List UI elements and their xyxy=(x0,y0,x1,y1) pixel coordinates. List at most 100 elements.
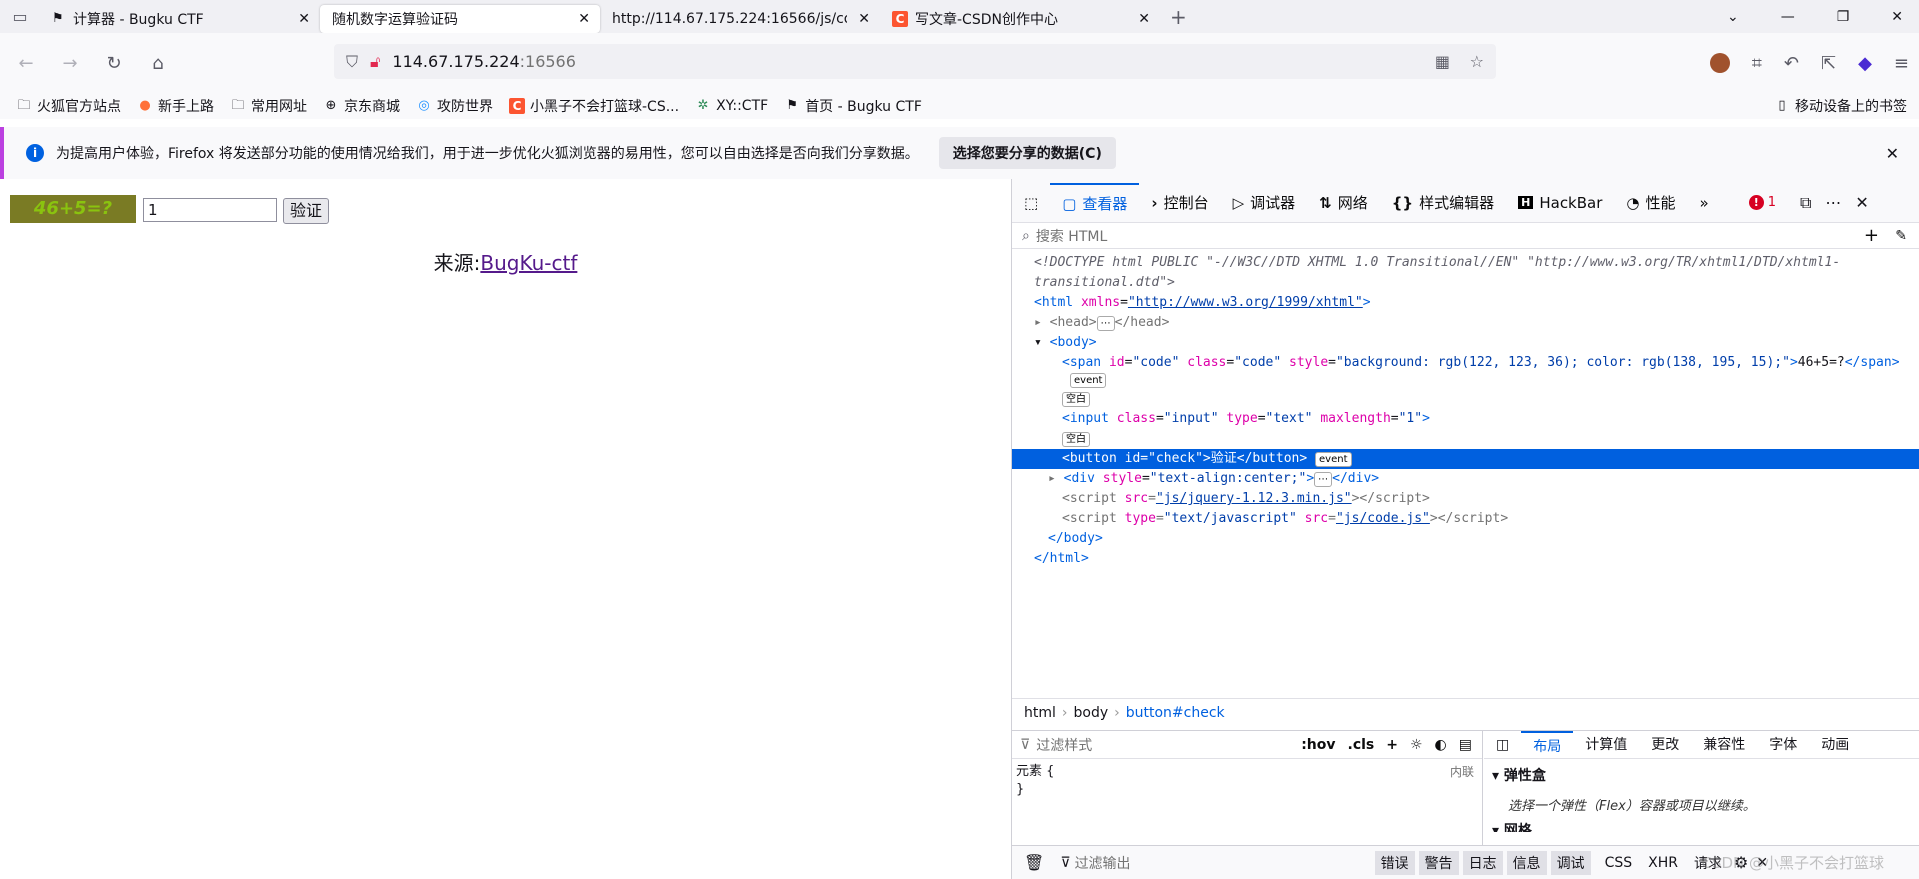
chevron-down-icon[interactable]: ⌄ xyxy=(1727,9,1739,25)
menu-icon[interactable]: ≡ xyxy=(1894,53,1909,74)
bookmark-item[interactable]: ✲ XY::CTF xyxy=(695,98,769,114)
breadcrumb-item[interactable]: button#check xyxy=(1126,705,1225,721)
html-close[interactable]: </html> xyxy=(1012,549,1919,569)
filter-warnings[interactable]: 警告 xyxy=(1418,850,1459,875)
close-icon[interactable]: ✕ xyxy=(1138,11,1150,27)
close-icon[interactable]: ✕ xyxy=(578,11,590,27)
console-filter-input[interactable]: 过滤输出 xyxy=(1075,853,1375,873)
tab-inspector[interactable]: ▢ 查看器 xyxy=(1050,182,1140,223)
filter-errors[interactable]: 错误 xyxy=(1374,850,1415,875)
bookmark-item[interactable]: ⊕ 京东商城 xyxy=(323,96,400,116)
bookmark-item[interactable]: 🗀︎ 火狐官方站点 xyxy=(16,96,121,116)
restore-icon[interactable]: ❐ xyxy=(1837,9,1850,25)
sidebar-toggle-icon[interactable]: ◫ xyxy=(1484,731,1521,759)
close-icon[interactable]: ✕ xyxy=(1886,144,1899,163)
verify-button[interactable]: 验证 xyxy=(283,198,329,224)
whitespace-badge[interactable]: 空白 xyxy=(1062,432,1090,447)
html-search[interactable]: ⌕ 搜索 HTML + ✎ xyxy=(1012,223,1919,249)
button-node[interactable]: <button id="check">验证</button> event xyxy=(1012,449,1919,469)
ellipsis-badge[interactable]: ⋯ xyxy=(1096,316,1115,331)
html-node[interactable]: <html xmlns="http://www.w3.org/1999/xhtm… xyxy=(1012,293,1919,313)
filter-css[interactable]: CSS xyxy=(1599,853,1639,873)
bookmark-item[interactable]: ● 新手上路 xyxy=(137,96,214,116)
tab-console[interactable]: › 控制台 xyxy=(1139,183,1220,223)
settings-icon[interactable]: ⚙ xyxy=(1734,853,1748,872)
doctype-line[interactable]: <!DOCTYPE html PUBLIC "-//W3C//DTD XHTML… xyxy=(1012,253,1919,273)
script-node[interactable]: <script type="text/javascript" src="js/c… xyxy=(1012,509,1919,529)
trash-icon[interactable]: 🗑︎ xyxy=(1024,853,1044,872)
div-node[interactable]: ▸ <div style="text-align:center;"> ⋯ </div… xyxy=(1012,469,1919,489)
grid-section[interactable]: ▾ 网格 xyxy=(1484,818,1919,832)
close-devtools-icon[interactable]: ✕ xyxy=(1855,193,1868,212)
print-icon[interactable]: ▤ xyxy=(1459,737,1472,753)
bookmark-item[interactable]: ⚑ 首页 - Bugku CTF xyxy=(784,96,922,116)
qr-code-icon[interactable]: ▦ xyxy=(1435,52,1450,71)
choose-data-button[interactable]: 选择您要分享的数据(C) xyxy=(938,137,1116,169)
add-node-icon[interactable]: + xyxy=(1864,225,1879,246)
head-node[interactable]: ▸ <head> ⋯ </head> xyxy=(1012,313,1919,333)
tab-fonts[interactable]: 字体 xyxy=(1757,731,1809,759)
tab-code-js[interactable]: http://114.67.175.224:16566/js/code.js ✕ xyxy=(600,5,880,33)
tab-debugger[interactable]: ▷ 调试器 xyxy=(1221,183,1308,223)
extensions-icon[interactable]: ⇱ xyxy=(1821,53,1836,74)
search-input[interactable]: 搜索 HTML xyxy=(1036,226,1107,246)
filter-xhr[interactable]: XHR xyxy=(1642,853,1684,873)
forward-icon[interactable]: → xyxy=(52,45,88,81)
extension-icon[interactable]: ◆ xyxy=(1858,53,1872,74)
back-icon[interactable]: ← xyxy=(8,45,44,81)
filter-logs[interactable]: 日志 xyxy=(1462,850,1503,875)
more-tabs-icon[interactable]: » xyxy=(1688,183,1721,223)
undo-icon[interactable]: ↶ xyxy=(1784,53,1799,74)
tab-captcha[interactable]: 随机数字运算验证码 ✕ xyxy=(320,4,600,33)
breadcrumb-item[interactable]: html xyxy=(1024,705,1056,721)
body-close[interactable]: </body> xyxy=(1012,529,1919,549)
event-badge[interactable]: event xyxy=(1070,373,1107,388)
ellipsis-badge[interactable]: ⋯ xyxy=(1314,472,1333,487)
error-badge[interactable]: ! 1 xyxy=(1748,195,1776,210)
tab-changes[interactable]: 更改 xyxy=(1639,731,1691,759)
dark-mode-icon[interactable]: ◐ xyxy=(1435,737,1447,753)
mobile-bookmarks[interactable]: ▯ 移动设备上的书签 xyxy=(1774,96,1907,116)
tab-hackbar[interactable]: H HackBar xyxy=(1506,183,1614,223)
script-node[interactable]: <script src="js/jquery-1.12.3.min.js"></… xyxy=(1012,489,1919,509)
hov-toggle[interactable]: :hov xyxy=(1301,737,1335,753)
tab-network[interactable]: ⇅ 网络 xyxy=(1307,183,1380,223)
close-icon[interactable]: ✕ xyxy=(298,11,310,27)
filter-debug[interactable]: 调试 xyxy=(1550,850,1591,875)
flexbox-section[interactable]: ▾ 弹性盒 xyxy=(1484,759,1919,791)
cls-toggle[interactable]: .cls xyxy=(1348,737,1375,753)
close-console-icon[interactable]: ✕ xyxy=(1756,855,1768,871)
tab-performance[interactable]: ◔ 性能 xyxy=(1614,183,1687,223)
url-bar[interactable]: ⛉ 🔓︎ 114.67.175.224:16566 ▦ ☆ xyxy=(334,44,1496,79)
tab-compatibility[interactable]: 兼容性 xyxy=(1691,731,1757,759)
span-node[interactable]: <span id="code" class="code" style="back… xyxy=(1012,353,1919,373)
reload-icon[interactable]: ↻ xyxy=(96,45,132,81)
more-options-icon[interactable]: ⋯ xyxy=(1825,193,1841,212)
minimize-icon[interactable]: — xyxy=(1781,9,1795,25)
new-tab-button[interactable]: + xyxy=(1170,5,1187,29)
crop-icon[interactable]: ⌗ xyxy=(1752,53,1762,74)
event-badge[interactable]: event xyxy=(1315,452,1352,467)
close-window-icon[interactable]: ✕ xyxy=(1891,9,1903,25)
avatar[interactable] xyxy=(1709,53,1730,73)
breadcrumb-item[interactable]: body xyxy=(1074,705,1109,721)
tab-calculator[interactable]: ⚑ 计算器 - Bugku CTF ✕ xyxy=(40,5,320,33)
bookmark-item[interactable]: C 小黑子不会打篮球-CS... xyxy=(509,96,679,116)
add-rule-icon[interactable]: + xyxy=(1386,737,1398,753)
insecure-lock-icon[interactable]: 🔓︎ xyxy=(370,52,380,72)
element-picker-icon[interactable]: ⬚ xyxy=(1012,183,1050,223)
body-node[interactable]: ▾ <body> xyxy=(1012,333,1919,353)
tab-style-editor[interactable]: {} 样式编辑器 xyxy=(1380,183,1506,223)
responsive-icon[interactable]: ⧉ xyxy=(1800,193,1811,213)
tab-layout[interactable]: 布局 xyxy=(1521,730,1574,759)
tab-list-icon[interactable]: ▭ xyxy=(0,7,40,26)
whitespace-badge[interactable]: 空白 xyxy=(1062,392,1090,407)
source-link[interactable]: BugKu-ctf xyxy=(480,251,577,275)
bookmark-item[interactable]: ◎ 攻防世界 xyxy=(416,96,493,116)
shield-icon[interactable]: ⛉ xyxy=(346,52,358,72)
bookmark-item[interactable]: 🗀︎ 常用网址 xyxy=(230,96,307,116)
filter-styles-input[interactable]: 过滤样式 xyxy=(1036,735,1092,755)
star-icon[interactable]: ☆ xyxy=(1470,52,1484,71)
answer-input[interactable]: 1 xyxy=(143,198,277,222)
doctype-line[interactable]: transitional.dtd"> xyxy=(1012,273,1919,293)
